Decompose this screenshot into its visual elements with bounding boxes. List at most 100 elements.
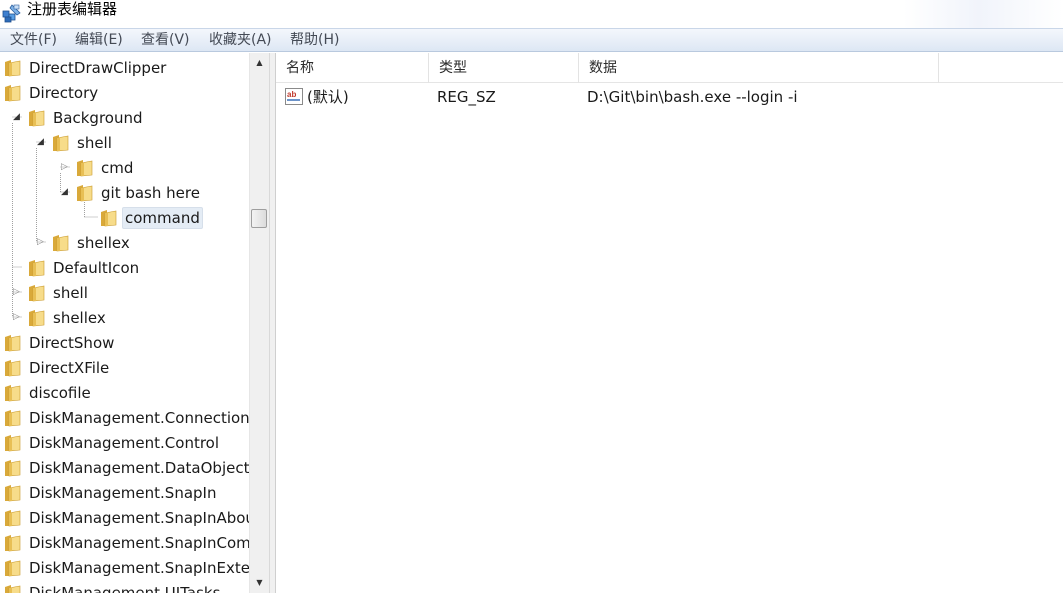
folder-icon — [5, 84, 21, 101]
folder-icon — [5, 59, 21, 76]
folder-icon — [77, 184, 93, 201]
tree-item[interactable]: Directory — [4, 80, 101, 105]
triangle-expanded-icon[interactable]: ◢ — [36, 138, 45, 147]
tree-item[interactable]: discofile — [4, 380, 94, 405]
tree-item-label: discofile — [29, 383, 91, 402]
tree-item[interactable]: shellex — [52, 230, 133, 255]
tree-item[interactable]: git bash here — [76, 180, 203, 205]
folder-icon — [5, 484, 21, 501]
column-header-type[interactable]: 类型 — [429, 53, 579, 83]
tree-item[interactable]: DefaultIcon — [28, 255, 142, 280]
tree-item[interactable]: DiskManagement.SnapInExten — [4, 555, 249, 580]
value-data: D:\Git\bin\bash.exe --login -i — [587, 88, 798, 106]
folder-icon — [29, 259, 45, 276]
tree-item[interactable]: DirectXFile — [4, 355, 112, 380]
column-header-data[interactable]: 数据 — [579, 53, 939, 83]
triangle-expanded-icon[interactable]: ◢ — [60, 188, 69, 197]
tree-item-label: Directory — [29, 83, 99, 102]
tree-item-label: DiskManagement.SnapInExten — [29, 558, 249, 577]
registry-key-tree[interactable]: DirectDrawClipper Directory ◢ Background ◢ sh… — [0, 53, 249, 593]
folder-icon — [5, 384, 21, 401]
tree-item-label: DiskManagement.DataObject — [29, 458, 249, 477]
tree-item-label: shellex — [53, 308, 106, 327]
tree-item-label: shellex — [77, 233, 130, 252]
folder-icon — [5, 559, 21, 576]
tree-item-label: git bash here — [101, 183, 200, 202]
menu-help[interactable]: 帮助(H) — [288, 31, 341, 50]
folder-icon — [5, 459, 21, 476]
tree-item-label: DiskManagement.SnapIn — [29, 483, 217, 502]
tree-item[interactable]: cmd — [76, 155, 136, 180]
tree-item-label: DirectXFile — [29, 358, 110, 377]
registry-editor-icon — [2, 4, 21, 23]
tree-item-label: DiskManagement.SnapInAbou — [29, 508, 249, 527]
triangle-expanded-icon[interactable]: ◢ — [12, 113, 21, 122]
svg-text:ab: ab — [287, 90, 296, 99]
tree-item[interactable]: DirectShow — [4, 330, 117, 355]
folder-icon — [5, 434, 21, 451]
scroll-thumb[interactable] — [251, 209, 267, 228]
tree-item[interactable]: shellex — [28, 305, 109, 330]
triangle-collapsed-icon[interactable]: ▷ — [12, 313, 21, 322]
menu-edit[interactable]: 编辑(E) — [73, 31, 125, 50]
tree-item-label: Background — [53, 108, 143, 127]
list-header: 名称 类型 数据 — [276, 53, 1063, 83]
reg-sz-icon: ab — [285, 88, 303, 105]
tree-item[interactable]: Background — [28, 105, 146, 130]
tree-item-label: DiskManagement.UITasks — [29, 583, 221, 593]
folder-icon — [29, 109, 45, 126]
folder-icon — [5, 534, 21, 551]
value-name: (默认) — [307, 88, 349, 106]
scroll-up-arrow-icon[interactable]: ▲ — [250, 53, 269, 73]
tree-item[interactable]: DiskManagement.Control — [4, 430, 222, 455]
tree-vertical-scrollbar[interactable]: ▲ ▼ — [249, 53, 269, 593]
folder-icon — [29, 309, 45, 326]
folder-icon — [5, 359, 21, 376]
menu-view[interactable]: 查看(V) — [139, 31, 192, 50]
tree-item-label: DefaultIcon — [53, 258, 140, 277]
registry-values-list[interactable]: 名称 类型 数据 ab (默认) REG_SZ D:\Git\bin\bash.… — [276, 53, 1063, 593]
tree-item[interactable]: DiskManagement.SnapInComp — [4, 530, 249, 555]
registry-editor-window: 注册表编辑器 文件(F) 编辑(E) 查看(V) 收藏夹(A) 帮助(H) Di… — [0, 0, 1063, 593]
menu-favorites[interactable]: 收藏夹(A) — [207, 31, 274, 50]
tree-item[interactable]: DiskManagement.SnapInAbou — [4, 505, 249, 530]
tree-item-label: DiskManagement.Control — [29, 433, 220, 452]
folder-icon — [53, 234, 69, 251]
scroll-down-arrow-icon[interactable]: ▼ — [250, 573, 269, 593]
tree-item[interactable]: DiskManagement.DataObject — [4, 455, 249, 480]
value-type: REG_SZ — [437, 88, 496, 106]
pane-splitter[interactable] — [269, 53, 276, 593]
tree-item-label-selected: command — [122, 206, 203, 229]
menu-bar: 文件(F) 编辑(E) 查看(V) 收藏夹(A) 帮助(H) — [0, 28, 1063, 52]
tree-item[interactable]: command — [100, 205, 203, 230]
tree-item-label: DirectDrawClipper — [29, 58, 167, 77]
triangle-collapsed-icon[interactable]: ▷ — [36, 238, 45, 247]
tree-item-label: DiskManagement.Connection — [29, 408, 249, 427]
folder-icon — [101, 209, 117, 226]
folder-icon — [53, 134, 69, 151]
tree-item[interactable]: DiskManagement.SnapIn — [4, 480, 219, 505]
list-item[interactable]: ab (默认) REG_SZ D:\Git\bin\bash.exe --log… — [276, 84, 1063, 110]
menu-file[interactable]: 文件(F) — [8, 31, 59, 50]
title-bar: 注册表编辑器 — [0, 0, 1063, 28]
tree-item-label: shell — [77, 133, 112, 152]
folder-icon — [77, 159, 93, 176]
column-header-name[interactable]: 名称 — [276, 53, 429, 83]
tree-item[interactable]: shell — [52, 130, 115, 155]
tree-item-label: shell — [53, 283, 88, 302]
folder-icon — [5, 509, 21, 526]
tree-item[interactable]: DiskManagement.UITasks — [4, 580, 223, 593]
window-title: 注册表编辑器 — [27, 0, 118, 18]
tree-item[interactable]: DirectDrawClipper — [4, 55, 169, 80]
tree-item[interactable]: shell — [28, 280, 91, 305]
tree-item[interactable]: DiskManagement.Connection — [4, 405, 249, 430]
tree-item-label: DirectShow — [29, 333, 115, 352]
folder-icon — [5, 334, 21, 351]
folder-icon — [5, 584, 21, 593]
folder-icon — [29, 284, 45, 301]
tree-item-label: DiskManagement.SnapInComp — [29, 533, 249, 552]
triangle-collapsed-icon[interactable]: ▷ — [60, 163, 69, 172]
triangle-collapsed-icon[interactable]: ▷ — [12, 288, 21, 297]
folder-icon — [5, 409, 21, 426]
tree-item-label: cmd — [101, 158, 134, 177]
